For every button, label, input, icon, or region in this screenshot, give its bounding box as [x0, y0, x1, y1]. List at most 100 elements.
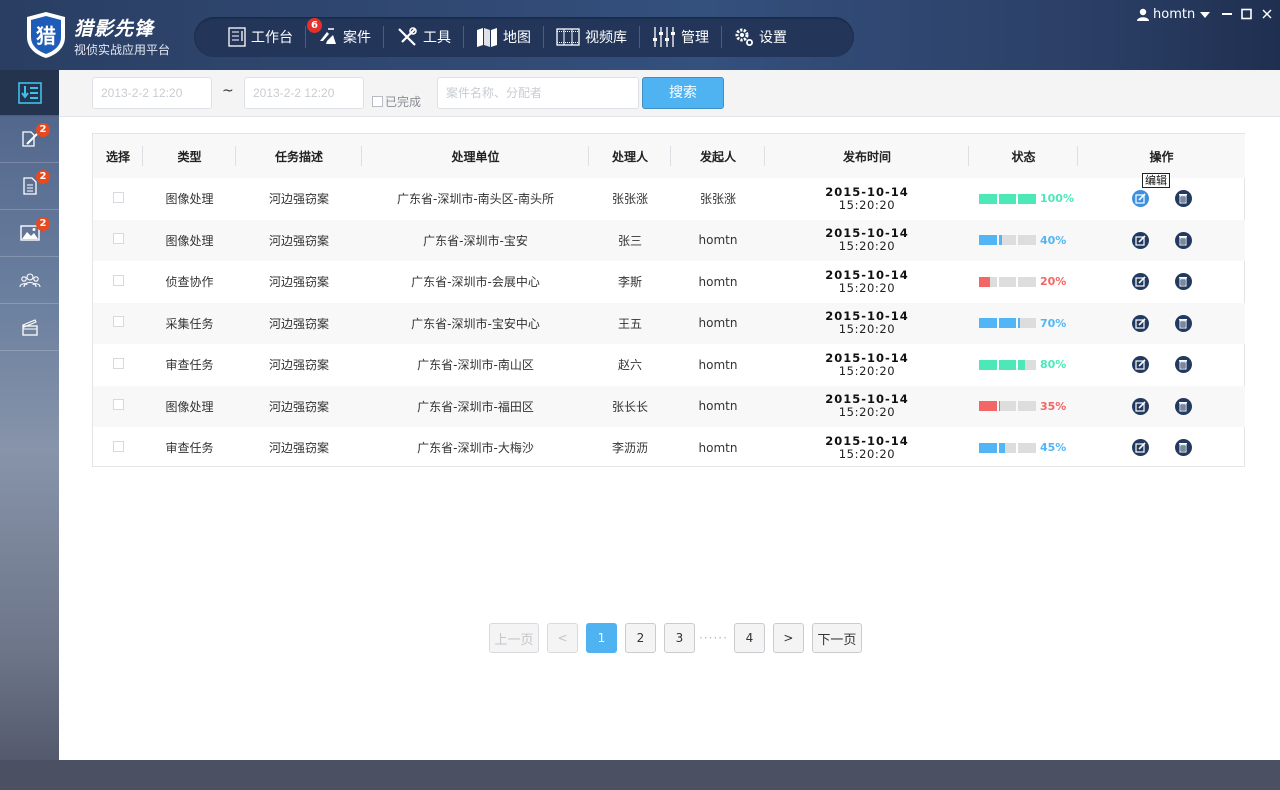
delete-button[interactable]	[1174, 314, 1192, 332]
nav-item-map[interactable]: 地图	[464, 17, 543, 57]
edit-button[interactable]	[1131, 231, 1149, 249]
nav-item-tools[interactable]: 工具	[384, 17, 463, 57]
unit-cell: 广东省-深圳市-会展中心	[411, 275, 540, 290]
progress-segment	[998, 359, 1017, 370]
unit-cell: 广东省-深圳市-南头区-南头所	[397, 192, 554, 207]
description-cell: 河边强窃案	[268, 358, 329, 373]
progress-segment	[979, 276, 997, 287]
nav-item-case[interactable]: 案件	[306, 17, 383, 57]
table-row[interactable]: 审查任务 河边强窃案 广东省-深圳市-大梅沙 李沥沥 homtn 2015-10…	[93, 427, 1245, 469]
trash-icon	[1179, 277, 1187, 287]
delete-button[interactable]	[1174, 273, 1192, 291]
publish-date: 2015-10-14	[825, 184, 909, 199]
table-row[interactable]: 侦查协作 河边强窃案 广东省-深圳市-会展中心 李斯 homtn 2015-10…	[93, 261, 1245, 303]
progress-segment	[998, 318, 1017, 329]
prev-page-button[interactable]: 上一页	[489, 623, 539, 653]
table-row[interactable]: 采集任务 河边强窃案 广东省-深圳市-宝安中心 王五 homtn 2015-10…	[93, 302, 1245, 344]
type-cell: 审查任务	[165, 441, 214, 456]
range-separator: ~	[222, 83, 234, 99]
row-checkbox[interactable]	[112, 233, 124, 245]
page-button[interactable]: 3	[664, 623, 695, 653]
table-row[interactable]: 图像处理 河边强窃案 广东省-深圳市-南头区-南头所 张张涨 张张涨 2015-…	[93, 173, 1245, 220]
delete-button[interactable]	[1174, 397, 1192, 415]
edit-button[interactable]	[1131, 439, 1149, 457]
table-row[interactable]: 图像处理 河边强窃案 广东省-深圳市-宝安 张三 homtn 2015-10-1…	[93, 219, 1245, 261]
top-header: 猎 猎影先锋 视侦实战应用平台 工作台 6 案件 工具 地图 视频库 管理 设置…	[0, 0, 1280, 70]
maximize-button[interactable]	[1240, 6, 1254, 22]
delete-button[interactable]	[1174, 231, 1192, 249]
nav-item-settings[interactable]: 设置	[722, 17, 799, 57]
actions-cell	[1078, 219, 1245, 261]
publish-time: 15:20:20	[838, 363, 896, 378]
progress-segment	[1018, 276, 1036, 287]
page-button[interactable]: 2	[625, 623, 656, 653]
user-menu[interactable]: homtn	[1137, 7, 1211, 22]
edit-icon	[1134, 235, 1146, 246]
close-button[interactable]	[1260, 6, 1274, 22]
row-checkbox[interactable]	[112, 274, 124, 286]
row-checkbox[interactable]	[112, 440, 124, 452]
nav-label: 工作台	[251, 30, 293, 46]
sidebar-item-image[interactable]: 2	[0, 210, 59, 257]
status-cell: 40%	[969, 219, 1078, 261]
prev-arrow-button[interactable]: <	[547, 623, 578, 653]
checkbox[interactable]	[372, 96, 383, 107]
actions-cell	[1078, 344, 1245, 386]
edit-button[interactable]	[1131, 397, 1149, 415]
page-button[interactable]: 4	[733, 623, 765, 653]
nav-item-video-library[interactable]: 视频库	[544, 17, 639, 57]
delete-button[interactable]	[1174, 356, 1192, 374]
column-header: 操作	[1078, 134, 1245, 178]
next-page-button[interactable]: 下一页	[811, 623, 862, 653]
handler-cell: 张长长	[589, 385, 671, 427]
unit-cell: 广东省-深圳市-宝安中心	[362, 302, 589, 344]
type-cell: 图像处理	[143, 219, 236, 261]
progress-segment	[998, 276, 1017, 287]
nav-item-workbench[interactable]: 工作台 6	[216, 17, 322, 57]
delete-button[interactable]	[1174, 190, 1192, 208]
status-bar	[0, 760, 1280, 790]
search-input[interactable]: 案件名称、分配者	[437, 77, 639, 109]
row-checkbox[interactable]	[112, 191, 124, 203]
table-header: 选择 类型 任务描述 处理单位 处理人 发起人 发布时间 状态 操作	[93, 134, 1245, 178]
end-date-input[interactable]: 2013-2-2 12:20	[244, 77, 364, 109]
edit-button[interactable]	[1131, 273, 1149, 291]
sidebar-item-group[interactable]	[0, 257, 59, 304]
progress-label: 40%	[1040, 233, 1067, 247]
column-header: 任务描述	[236, 134, 362, 178]
sidebar-item-clapper[interactable]	[0, 304, 59, 351]
initiator-cell: homtn	[671, 385, 765, 427]
edit-button[interactable]	[1131, 190, 1149, 208]
publish-time: 15:20:20	[838, 446, 896, 461]
initiator-cell: homtn	[671, 302, 765, 344]
close-icon	[1262, 9, 1272, 19]
start-date-input[interactable]: 2013-2-2 12:20	[92, 77, 212, 109]
publish-date: 2015-10-14	[825, 350, 909, 365]
publish-time: 15:20:20	[838, 322, 896, 337]
film-icon	[556, 28, 580, 46]
edit-icon	[1134, 318, 1146, 329]
row-checkbox[interactable]	[112, 316, 124, 328]
delete-button[interactable]	[1174, 439, 1192, 457]
sidebar-item-document[interactable]: 2	[0, 163, 59, 210]
progress-bar	[979, 318, 1036, 329]
page-button[interactable]: 1	[586, 623, 617, 653]
table-row[interactable]: 审查任务 河边强窃案 广东省-深圳市-南山区 赵六 homtn 2015-10-…	[93, 344, 1245, 386]
completed-checkbox[interactable]: 已完成	[372, 93, 421, 110]
sidebar-item-edit[interactable]: 2	[0, 116, 59, 163]
table-row[interactable]: 图像处理 河边强窃案 广东省-深圳市-福田区 张长长 homtn 2015-10…	[93, 385, 1245, 427]
edit-icon	[1134, 442, 1146, 453]
search-button[interactable]: 搜索	[642, 77, 724, 109]
progress-segment	[1018, 359, 1036, 370]
nav-item-manage[interactable]: 管理	[640, 17, 721, 57]
progress-segment	[998, 442, 1017, 453]
publish-time-cell: 2015-10-14 15:20:20	[765, 178, 969, 220]
filter-bar: 2013-2-2 12:20 ~ 2013-2-2 12:20 已完成 案件名称…	[59, 70, 1280, 117]
next-arrow-button[interactable]: >	[772, 623, 804, 653]
sidebar-item-task-list[interactable]	[0, 70, 59, 116]
minimize-button[interactable]	[1220, 6, 1234, 22]
edit-button[interactable]	[1131, 356, 1149, 374]
row-checkbox[interactable]	[112, 357, 124, 369]
row-checkbox[interactable]	[112, 399, 124, 411]
edit-button[interactable]	[1131, 314, 1149, 332]
